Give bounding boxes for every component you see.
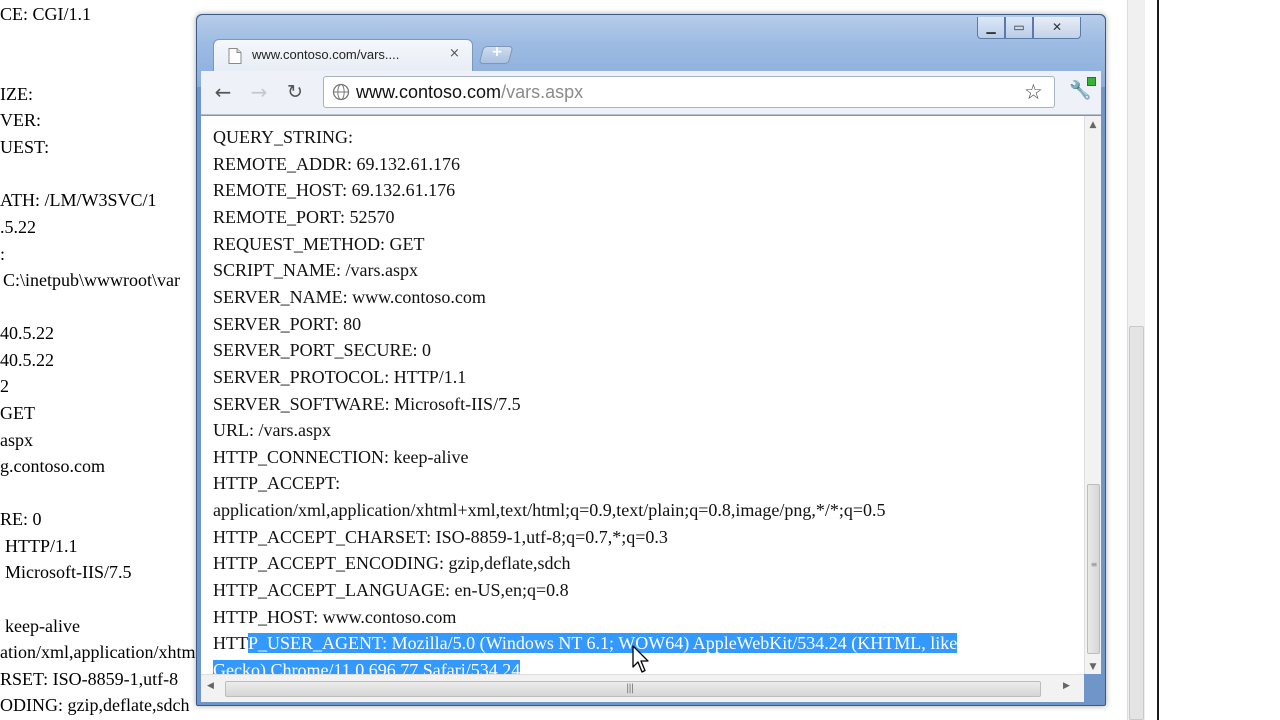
url-host: www.contoso.com — [356, 82, 502, 102]
background-text-line: ODING: gzip,deflate,sdch — [0, 695, 190, 715]
user-agent-line: HTTP_USER_AGENT: Mozilla/5.0 (Windows NT… — [213, 632, 958, 654]
background-text-line: RSET: ISO-8859-1,utf-8 — [0, 669, 179, 689]
server-variable-line: HTTP_ACCEPT: — [213, 473, 341, 493]
server-variable-line: SCRIPT_NAME: /vars.aspx — [213, 260, 419, 280]
scroll-right-arrow-icon[interactable]: ▶ — [1063, 681, 1070, 691]
background-text-line: IZE: — [0, 84, 33, 104]
selected-text[interactable]: P_USER_AGENT: Mozilla/5.0 (Windows NT 6.… — [248, 633, 958, 653]
address-bar[interactable]: www.contoso.com/vars.aspx ☆ — [323, 76, 1055, 108]
server-variable-line: SERVER_PROTOCOL: HTTP/1.1 — [213, 367, 467, 387]
close-window-button[interactable]: ✕ — [1033, 17, 1081, 39]
selected-text[interactable]: Gecko) Chrome/11.0.696.77 Safari/534.24 — [213, 660, 521, 674]
horizontal-scrollbar[interactable]: ◀ ||| ▶ — [201, 674, 1084, 702]
background-text-line: .5.22 — [0, 217, 36, 237]
server-variable-line: QUERY_STRING: — [213, 127, 354, 147]
server-variable-line: HTTP_HOST: www.contoso.com — [213, 607, 457, 627]
back-button[interactable]: ← — [211, 81, 235, 105]
background-text-line: 40.5.22 — [0, 323, 54, 343]
plus-icon: + — [491, 44, 503, 60]
browser-window: ▁ ▭ ✕ www.contoso.com/vars.... × + ← → ↻… — [196, 14, 1106, 706]
tab-close-icon[interactable]: × — [449, 46, 460, 61]
background-scroll-thumb[interactable] — [1129, 326, 1144, 720]
background-text-line: keep-alive — [5, 616, 80, 636]
scroll-down-arrow-icon[interactable]: ▼ — [1085, 662, 1101, 672]
server-variable-line: REMOTE_HOST: 69.132.61.176 — [213, 180, 456, 200]
vertical-scroll-thumb[interactable]: ≡ — [1087, 484, 1100, 654]
server-variable-line: SERVER_NAME: www.contoso.com — [213, 287, 486, 307]
server-variable-line: HTTP_ACCEPT_CHARSET: ISO-8859-1,utf-8;q=… — [213, 527, 668, 547]
reload-button[interactable]: ↻ — [283, 81, 307, 105]
server-variable-line: SERVER_PORT_SECURE: 0 — [213, 340, 432, 360]
server-variable-line: SERVER_PORT: 80 — [213, 314, 362, 334]
url-text: www.contoso.com/vars.aspx — [356, 82, 583, 103]
forward-button[interactable]: → — [247, 81, 271, 105]
vertical-scrollbar[interactable]: ▲ ≡ ▼ — [1084, 116, 1101, 674]
server-variable-line: REMOTE_ADDR: 69.132.61.176 — [213, 154, 460, 174]
background-text-line: CE: CGI/1.1 — [0, 4, 92, 24]
server-variable-line: HTTP_ACCEPT_LANGUAGE: en-US,en;q=0.8 — [213, 580, 569, 600]
server-variable-line: HTTP_CONNECTION: keep-alive — [213, 447, 469, 467]
update-indicator-icon — [1087, 77, 1096, 86]
grip-icon: ||| — [626, 683, 634, 694]
server-variable-line: HTTP_ACCEPT_ENCODING: gzip,deflate,sdch — [213, 553, 571, 573]
background-window-edge — [1145, 0, 1159, 720]
page-content: QUERY_STRING: REMOTE_ADDR: 69.132.61.176 R… — [201, 116, 1084, 674]
background-text-line: Microsoft-IIS/7.5 — [5, 562, 132, 582]
server-variable-line: REMOTE_PORT: 52570 — [213, 207, 395, 227]
scroll-left-arrow-icon[interactable]: ◀ — [207, 681, 214, 691]
url-path: /vars.aspx — [501, 82, 584, 102]
mouse-cursor-icon — [632, 645, 649, 673]
grip-icon: ≡ — [1090, 560, 1098, 569]
browser-tab[interactable]: www.contoso.com/vars.... × — [213, 39, 473, 71]
minimize-button[interactable]: ▁ — [977, 17, 1005, 39]
toolbar: ← → ↻ www.contoso.com/vars.aspx ☆ 🔧 — [201, 71, 1101, 115]
background-text-line: 2 — [0, 376, 9, 396]
background-text-line: C:\inetpub\wwwroot\var — [3, 270, 180, 290]
user-agent-prefix: HTT — [213, 633, 248, 653]
background-text-line: RE: 0 — [0, 509, 42, 529]
background-text-line: g.contoso.com — [0, 456, 105, 476]
bookmark-star-icon[interactable]: ☆ — [1024, 80, 1043, 104]
server-variable-line: SERVER_SOFTWARE: Microsoft-IIS/7.5 — [213, 394, 521, 414]
user-agent-line-continued: Gecko) Chrome/11.0.696.77 Safari/534.24 — [213, 659, 521, 674]
server-variable-line: application/xml,application/xhtml+xml,te… — [213, 500, 886, 520]
horizontal-scroll-thumb[interactable]: ||| — [225, 681, 1041, 697]
page-favicon-icon — [228, 48, 242, 64]
background-text-line: HTTP/1.1 — [5, 536, 78, 556]
server-variable-line: URL: /vars.aspx — [213, 420, 331, 440]
scroll-up-arrow-icon[interactable]: ▲ — [1085, 120, 1101, 130]
server-variable-line: REQUEST_METHOD: GET — [213, 234, 425, 254]
globe-icon — [332, 83, 350, 101]
background-text-line: ation/xml,application/xhtm — [0, 642, 196, 662]
background-text-line: aspx — [0, 430, 33, 450]
background-text-line: UEST: — [0, 137, 50, 157]
background-text-line: 40.5.22 — [0, 350, 54, 370]
tab-title: www.contoso.com/vars.... — [252, 47, 400, 62]
background-text-line: ATH: /LM/W3SVC/1 — [0, 190, 157, 210]
background-text-line: VER: — [0, 110, 42, 130]
background-text-line: : — [0, 244, 6, 264]
maximize-button[interactable]: ▭ — [1005, 17, 1033, 39]
background-text-line: GET — [0, 403, 35, 423]
